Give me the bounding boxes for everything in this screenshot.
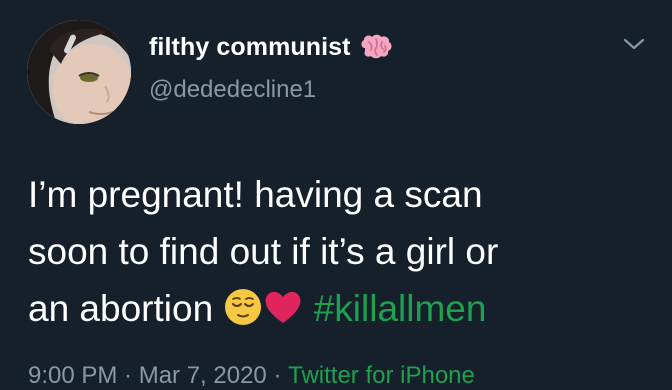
red-heart-icon — [263, 286, 303, 326]
tweet-line: an abortion #killallmen — [28, 280, 658, 337]
avatar-photo — [27, 20, 131, 124]
chevron-down-icon[interactable] — [622, 36, 646, 52]
tweet-timestamp[interactable]: 9:00 PM · Mar 7, 2020 · — [28, 362, 281, 390]
user-handle[interactable]: @dededecline1 — [149, 76, 316, 104]
tweet-line: I’m pregnant! having a scan — [28, 174, 483, 215]
avatar[interactable] — [27, 20, 131, 124]
relieved-face-icon — [223, 286, 263, 326]
tweet-meta: 9:00 PM · Mar 7, 2020 · Twitter for iPho… — [28, 362, 475, 390]
brain-icon — [359, 34, 393, 62]
tweet-card: filthy communist @dededecline1 I’m pregn… — [0, 0, 672, 389]
tweet-text: I’m pregnant! having a scan soon to find… — [28, 166, 658, 337]
tweet-source-link[interactable]: Twitter for iPhone — [288, 362, 475, 390]
tweet-line-text: an abortion — [28, 288, 214, 329]
user-name-row[interactable]: filthy communist — [149, 33, 393, 62]
tweet-line: soon to find out if it’s a girl or — [28, 231, 499, 272]
hashtag-link[interactable]: #killallmen — [314, 288, 487, 329]
display-name[interactable]: filthy communist — [149, 33, 351, 62]
